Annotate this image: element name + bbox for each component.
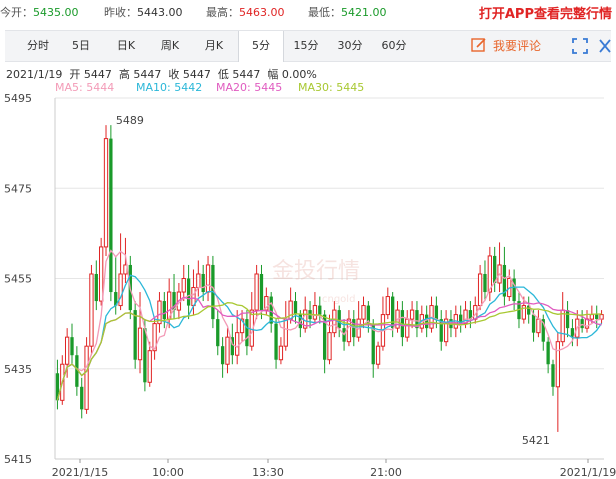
candle-body: [245, 319, 249, 347]
extreme-label: 5489: [116, 114, 144, 127]
candle-body: [409, 309, 415, 320]
candle-body: [181, 278, 186, 293]
x-tick-label: 13:30: [252, 466, 284, 479]
candle-body: [599, 314, 604, 320]
watermark: 金投行情 cngold: [272, 259, 360, 305]
candle-body: [580, 319, 584, 329]
y-tick-label: 5435: [4, 363, 32, 376]
x-tick-label: 10:00: [152, 466, 184, 479]
x-axis: 2021/1/15 10:00 13:30 21:00 2021/1/19: [52, 459, 616, 479]
candle-body: [70, 337, 74, 356]
candle-body: [293, 301, 298, 315]
candle-body: [84, 345, 89, 410]
candle-body: [205, 264, 211, 293]
candle-body: [64, 336, 70, 365]
x-tick-label: 2021/1/19: [560, 466, 616, 479]
candle-body: [589, 314, 595, 320]
x-tick-label: 2021/1/15: [52, 466, 108, 479]
candle-body: [346, 318, 352, 343]
candle-body: [425, 314, 429, 329]
candle-body: [220, 346, 225, 365]
candle-body: [337, 310, 341, 329]
candle-body: [186, 278, 191, 306]
candle-body: [235, 332, 240, 356]
candle-body: [312, 305, 318, 320]
candle-body: [560, 309, 565, 343]
candle-body: [531, 314, 536, 333]
candle-body: [216, 319, 220, 347]
candle-body: [385, 296, 390, 316]
extreme-label: 5421: [522, 434, 550, 447]
candle-body: [103, 138, 109, 248]
candle-body: [89, 273, 94, 347]
candle-body: [118, 273, 123, 307]
candle-body: [391, 296, 395, 329]
candle-body: [99, 246, 104, 302]
y-tick-label: 5415: [4, 453, 32, 466]
candle-body: [191, 287, 196, 307]
candle-body: [595, 314, 599, 320]
candle-body: [283, 318, 288, 347]
watermark-text: 金投行情: [272, 259, 360, 284]
candle-body: [434, 305, 439, 320]
candle-body: [278, 345, 284, 361]
candle-body: [201, 273, 205, 293]
candle-body: [80, 386, 84, 410]
candle-body: [94, 273, 98, 302]
candle-body: [225, 336, 230, 365]
candle-body: [477, 273, 483, 307]
candle-body: [196, 273, 201, 289]
candle-body: [546, 341, 550, 365]
y-axis: 5495 5475 5455 5435 5415: [4, 92, 32, 466]
candle-body: [147, 350, 152, 383]
candle-body: [327, 332, 332, 361]
candle-body: [318, 305, 322, 315]
candle-body: [361, 305, 366, 320]
y-tick-label: 5475: [4, 182, 32, 195]
candle-body: [254, 273, 259, 311]
candle-body: [259, 273, 264, 311]
watermark-sub: cngold: [322, 294, 355, 305]
candle-body: [375, 345, 381, 365]
candle-body: [536, 318, 541, 334]
candle-body: [555, 341, 560, 388]
candle-body: [565, 310, 570, 329]
candle-body: [137, 327, 143, 361]
x-tick-label: 21:00: [370, 466, 402, 479]
candle-body: [162, 301, 166, 320]
candle-body: [405, 318, 410, 338]
candle-body: [269, 296, 273, 324]
y-tick-label: 5455: [4, 273, 32, 286]
candle-body: [483, 273, 487, 293]
candle-body: [109, 138, 113, 293]
candle-body: [143, 328, 147, 383]
candlestick-chart: 金投行情 cngold 5495 5475 5455 5435 5415 2021/1/…: [4, 92, 616, 479]
candle-body: [551, 364, 555, 387]
candle-body: [133, 310, 137, 360]
candle-body: [274, 323, 278, 360]
y-tick-label: 5495: [4, 92, 32, 105]
candle-body: [332, 309, 337, 334]
